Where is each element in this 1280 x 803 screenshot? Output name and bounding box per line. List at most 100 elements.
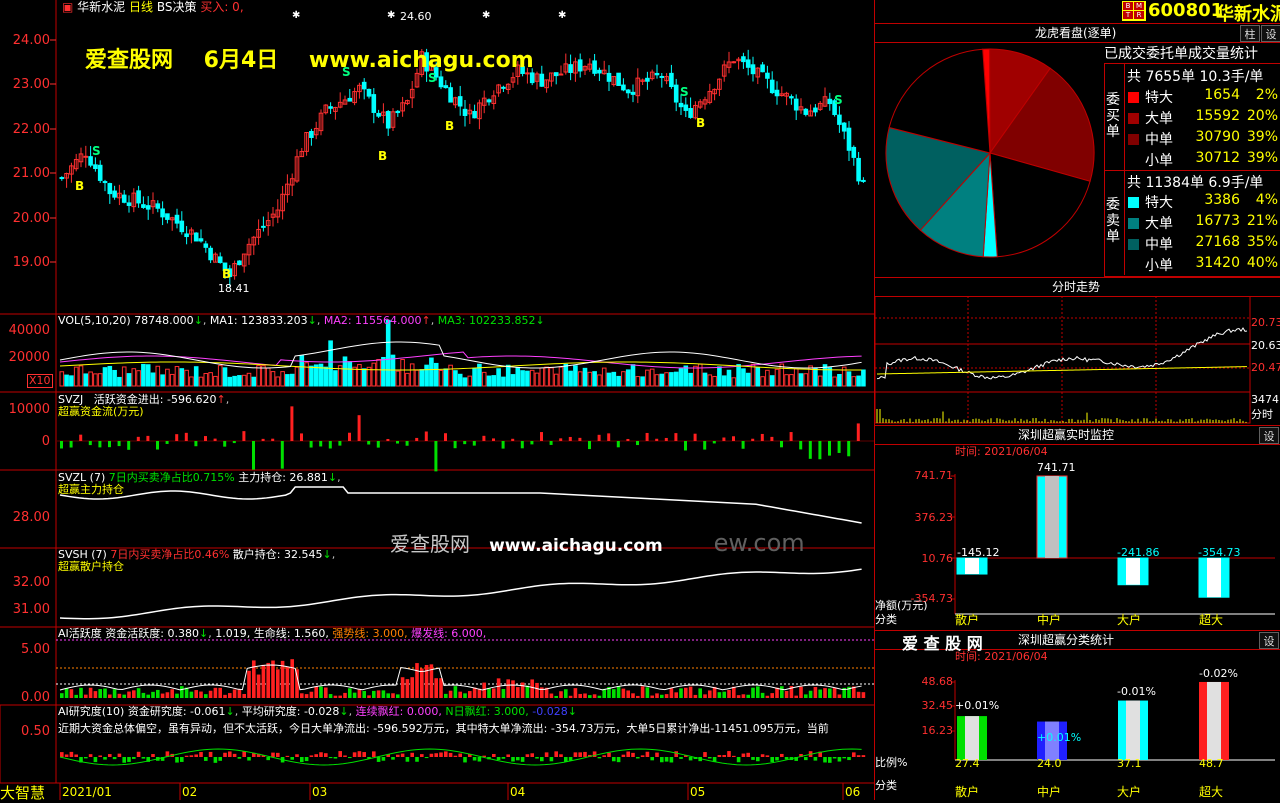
- ai-active-bar: [597, 695, 602, 698]
- volume-bar: [131, 368, 137, 387]
- ai-active-bar: [204, 694, 208, 698]
- ai-research-bar: [285, 755, 290, 757]
- lhkp-settings-button[interactable]: 设: [1261, 25, 1280, 42]
- candle-body: [145, 205, 151, 210]
- candle-body: [385, 111, 391, 129]
- fenshi-title: 分时走势: [1052, 280, 1101, 294]
- ai-research-bar: [232, 753, 237, 757]
- buy-row-pct: 2%: [1255, 87, 1278, 103]
- ai-active-bar: [573, 688, 578, 698]
- vol-unit-badge[interactable]: X10: [27, 374, 53, 388]
- bmtr-logo-icon[interactable]: B M T R: [1122, 1, 1146, 21]
- svsh-metric1: 7日内买卖净占比0.46%: [110, 548, 230, 561]
- ai-research-bar: [612, 757, 616, 762]
- volume-bar: [529, 369, 535, 387]
- svzj-bar: [760, 433, 764, 441]
- ai-research-bar: [199, 752, 203, 757]
- buy-row-swatch: [1127, 154, 1140, 167]
- bar-toggle-button[interactable]: 柱: [1240, 25, 1260, 42]
- ai-research-bar: [228, 751, 232, 757]
- svzj-bar: [549, 441, 553, 445]
- volume-bar: [635, 376, 641, 387]
- ai-active-bar: [136, 688, 141, 698]
- volume-bar: [558, 366, 564, 387]
- date-axis-tick: 06: [845, 785, 861, 799]
- ai-research-bar: [122, 757, 126, 763]
- app-logo-frame: [0, 704, 57, 784]
- candle-body: [309, 130, 314, 138]
- ai-active-bar: [348, 688, 352, 698]
- volume-bar: [501, 376, 506, 387]
- realtime-bar-top-label: 741.71: [1037, 461, 1076, 474]
- ai-active-bar: [799, 686, 803, 698]
- buy-total: 共 7655单 10.3手/单: [1127, 69, 1264, 85]
- classify-settings-button[interactable]: 设: [1259, 632, 1279, 649]
- volume-bar: [333, 370, 338, 387]
- ai-research-bar: [300, 757, 304, 763]
- classify-change-label: +0.01%: [955, 699, 1000, 712]
- realtime-category: 超大: [1199, 613, 1224, 627]
- svzj-bar: [837, 441, 841, 453]
- ai-active-bar: [400, 677, 405, 698]
- price-axis-tick: 23.00: [12, 77, 50, 92]
- kline-header: ▣ 华新水泥 日线 BS决策 买入: 0,: [62, 0, 244, 14]
- ai-active-bar: [444, 693, 448, 698]
- realtime-ylabel: 净额(万元): [875, 599, 928, 612]
- price-axis-tick: 20.00: [12, 211, 50, 226]
- candle-body: [606, 72, 612, 82]
- svzj-bar: [232, 441, 236, 444]
- svzj-bar: [511, 438, 515, 441]
- classify-change-label: -0.02%: [1199, 667, 1238, 680]
- ai-research-bar: [751, 757, 755, 760]
- svzj-bar: [261, 438, 265, 441]
- realtime-settings-button[interactable]: 设: [1259, 427, 1279, 444]
- svzj-bar: [300, 433, 303, 441]
- ai-research-bar: [506, 754, 510, 757]
- indicator-label[interactable]: BS决策: [157, 0, 197, 14]
- svzj-bar: [530, 441, 534, 445]
- volume-bar: [145, 364, 151, 387]
- ai-research-bar: [132, 757, 136, 759]
- sell-row-pct: 35%: [1246, 234, 1278, 250]
- ai-research-bar: [410, 752, 414, 757]
- date-axis-tick: 02: [182, 785, 198, 799]
- classify-value-label: 48.7: [1199, 757, 1224, 770]
- ai-research-bar: [770, 757, 774, 762]
- volume-bar: [539, 367, 545, 387]
- ai-active-bar: [415, 663, 419, 698]
- ai-active-bar: [684, 687, 688, 698]
- svzj-bar: [693, 433, 697, 441]
- sell-row-count: 27168: [1195, 234, 1240, 250]
- volume-bar: [265, 367, 271, 387]
- svzj-axis-0: 0: [41, 434, 50, 449]
- svsh-metric2: 散户持仓: 32.545: [232, 548, 323, 561]
- intraday-chart[interactable]: [875, 296, 1280, 424]
- svzj-bar: [472, 441, 476, 446]
- svsh-sublabel: 超赢散户持仓: [58, 560, 124, 573]
- buy-row-label: 小单: [1145, 153, 1173, 169]
- lhkp-title: 龙虎看盘(逐单): [1035, 26, 1117, 40]
- ai-research-bar: [396, 754, 400, 757]
- candle-body: [97, 164, 103, 181]
- svzj-bar: [799, 441, 803, 450]
- ai-active-bar: [448, 690, 453, 698]
- candle-body: [846, 127, 852, 151]
- volume-bar: [222, 367, 228, 387]
- realtime-value-2: -241.86: [1117, 546, 1160, 559]
- ai-research-m1: 资金研究度: -0.061: [127, 705, 226, 718]
- period-label[interactable]: 日线: [129, 0, 153, 14]
- ai-research-bar: [381, 757, 386, 761]
- svzj-bar: [789, 432, 793, 441]
- signal-marker-b: B: [75, 179, 84, 193]
- ai-active-bar: [146, 694, 150, 698]
- volume-bar: [760, 376, 765, 387]
- volume-bar: [270, 371, 276, 387]
- sell-row-swatch: [1127, 196, 1140, 209]
- vol-ma1: MA1: 123833.203: [209, 314, 308, 327]
- ai-active-bar: [832, 688, 837, 698]
- ai-active-bar: [93, 691, 98, 698]
- ai-active-bar: [285, 666, 290, 698]
- volume-bar: [299, 354, 305, 387]
- volume-bar: [486, 375, 492, 387]
- ai-active-bar: [679, 688, 683, 698]
